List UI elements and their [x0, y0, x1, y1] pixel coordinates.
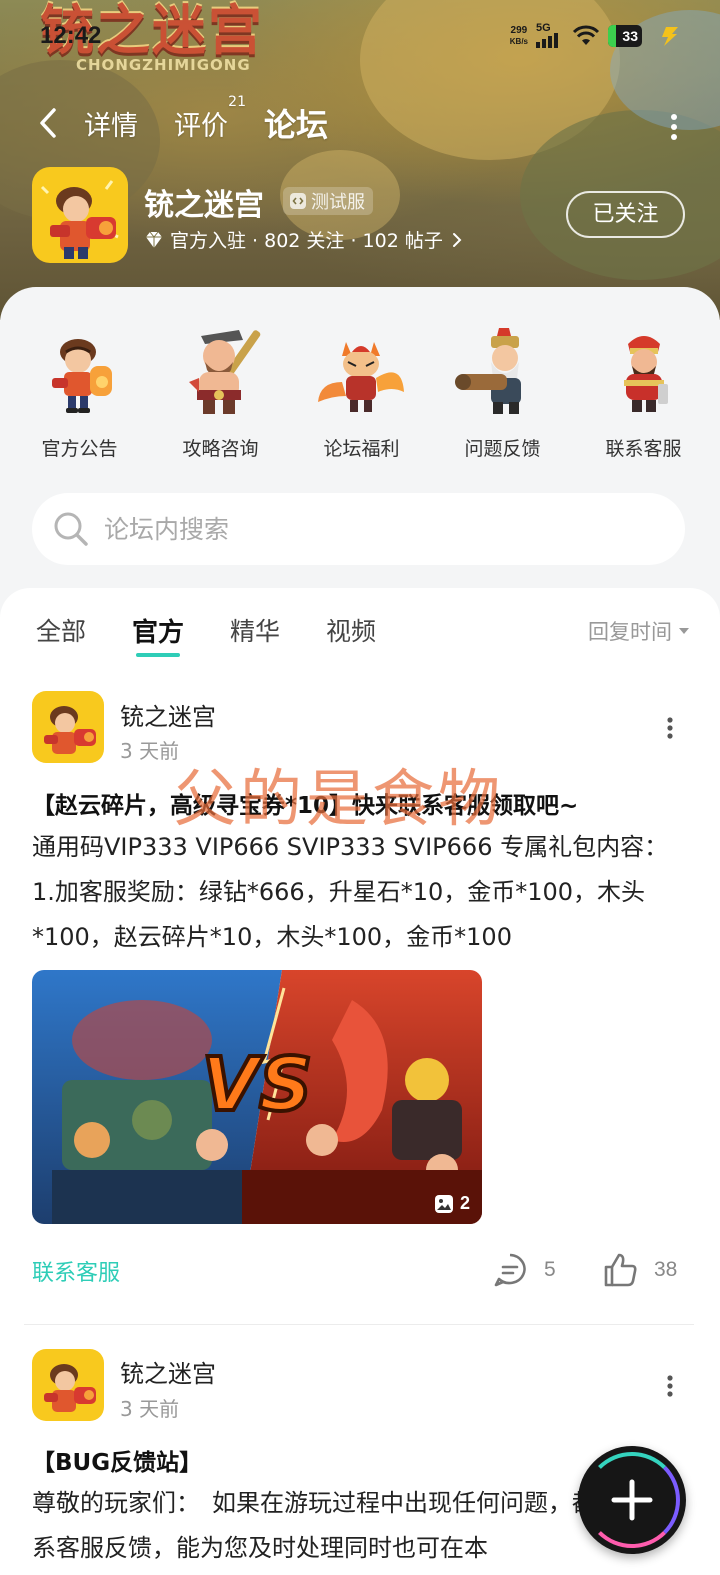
- search-icon: [54, 512, 88, 546]
- caret-down-icon: [679, 628, 689, 634]
- top-nav: 详情 评价 21 论坛: [36, 94, 364, 146]
- charging-icon: [662, 27, 678, 46]
- forum-search-bar[interactable]: [32, 493, 685, 565]
- chevron-right-icon: [452, 232, 462, 247]
- quick-link-support[interactable]: 联系客服: [574, 322, 713, 461]
- filter-tab-all[interactable]: 全部: [36, 612, 86, 649]
- general-hero-icon: [623, 336, 668, 412]
- net-speed: 299 KB/s: [510, 25, 528, 47]
- status-time: 12:42: [40, 22, 102, 49]
- quick-link-announcements[interactable]: 官方公告: [10, 322, 149, 461]
- cellular-signal-icon: 5G: [536, 22, 564, 48]
- reviews-count-badge: 21: [228, 93, 246, 110]
- post-more-icon[interactable]: [666, 716, 674, 740]
- gunner-hero-icon: [51, 339, 112, 413]
- versus-text: VS: [202, 1042, 313, 1128]
- net-speed-unit: KB/s: [509, 37, 528, 46]
- game-name: 铳之迷宫: [144, 188, 264, 223]
- quick-link-label: 联系客服: [605, 438, 682, 460]
- post-time: 3 天前: [120, 739, 180, 763]
- game-meta[interactable]: 官方入驻 · 802 关注 · 102 帖子: [144, 226, 463, 253]
- plus-icon: [611, 1479, 653, 1521]
- post-title[interactable]: 【BUG反馈站】: [32, 1443, 202, 1477]
- like-count: 38: [654, 1258, 678, 1281]
- game-banner: 铳之迷宫 CHONGZHIMIGONG: [0, 0, 720, 320]
- post-image[interactable]: VS 2: [32, 970, 482, 1224]
- tab-details[interactable]: 详情: [84, 104, 138, 143]
- quick-link-label: 官方公告: [41, 438, 118, 460]
- image-count-badge: 2: [434, 1193, 470, 1214]
- thumbs-up-icon: [604, 1253, 637, 1287]
- net-speed-value: 299: [510, 25, 528, 36]
- like-button[interactable]: 38: [600, 1250, 677, 1290]
- new-post-button[interactable]: [578, 1446, 686, 1554]
- tab-reviews[interactable]: 评价 21: [174, 94, 246, 143]
- cannon-dwarf-icon: [454, 328, 521, 414]
- tab-reviews-label: 评价: [174, 110, 228, 142]
- post-more-icon[interactable]: [666, 1374, 674, 1398]
- filter-tab-featured[interactable]: 精华: [230, 612, 280, 649]
- quick-link-guides[interactable]: 攻略咨询: [151, 322, 290, 461]
- post-divider: [24, 1324, 694, 1325]
- test-server-badge: 测试服: [283, 187, 373, 215]
- battery-icon: 33: [608, 25, 642, 47]
- status-icons: 299 KB/s 5G 33: [510, 22, 680, 48]
- test-server-label: 测试服: [311, 192, 365, 213]
- post-title[interactable]: 【赵云碎片，高级寻宝券*10】快来联系客服领取吧~: [32, 786, 578, 820]
- search-input[interactable]: [104, 514, 644, 544]
- quick-links: 官方公告 攻略咨询 论坛福利 问题反馈 联系客服: [0, 322, 720, 461]
- tab-forum-label: 论坛: [264, 106, 329, 144]
- game-logo-en: CHONGZHIMIGONG: [76, 56, 251, 74]
- wifi-icon: [572, 25, 600, 45]
- quick-link-label: 论坛福利: [323, 438, 400, 460]
- post-body[interactable]: 通用码VIP333 VIP666 SVIP333 SVIP666 专属礼包内容：…: [32, 825, 684, 960]
- back-arrow-icon[interactable]: [36, 106, 60, 140]
- quick-link-label: 攻略咨询: [182, 438, 259, 460]
- follow-button[interactable]: 已关注: [566, 191, 685, 238]
- post-author-avatar[interactable]: [32, 1349, 104, 1421]
- comment-icon: [494, 1253, 526, 1287]
- more-vertical-icon[interactable]: [670, 112, 678, 142]
- game-app-icon[interactable]: [32, 167, 128, 263]
- post-author-avatar[interactable]: [32, 691, 104, 763]
- quick-link-label: 问题反馈: [464, 438, 541, 460]
- filter-tabs: 全部 官方 精华 视频: [36, 612, 422, 657]
- sort-label: 回复时间: [588, 620, 672, 644]
- game-meta-text: 官方入驻 · 802 关注 · 102 帖子: [170, 230, 443, 252]
- diamond-icon: [146, 231, 162, 248]
- tab-details-label: 详情: [84, 110, 138, 142]
- post-time: 3 天前: [120, 1397, 180, 1421]
- quick-link-feedback[interactable]: 问题反馈: [433, 322, 572, 461]
- comment-count: 5: [544, 1258, 556, 1281]
- image-count: 2: [459, 1193, 470, 1213]
- versus-artwork: VS: [32, 970, 482, 1224]
- warrior-hero-icon: [188, 330, 260, 414]
- post-topic-tag[interactable]: 联系客服: [32, 1255, 120, 1287]
- comment-button[interactable]: 5: [490, 1250, 556, 1290]
- quick-link-welfare[interactable]: 论坛福利: [292, 322, 431, 461]
- tab-forum[interactable]: 论坛: [264, 100, 329, 146]
- filter-tab-video[interactable]: 视频: [326, 612, 376, 649]
- post-author-name[interactable]: 铳之迷宫: [120, 1354, 216, 1389]
- gallery-icon: [434, 1194, 453, 1213]
- fox-mage-icon: [317, 342, 404, 412]
- filter-tab-official[interactable]: 官方: [132, 612, 184, 657]
- post-author-name[interactable]: 铳之迷宫: [120, 697, 216, 732]
- code-icon: [290, 193, 306, 209]
- battery-level: 33: [622, 28, 638, 44]
- sort-dropdown[interactable]: 回复时间: [588, 616, 690, 646]
